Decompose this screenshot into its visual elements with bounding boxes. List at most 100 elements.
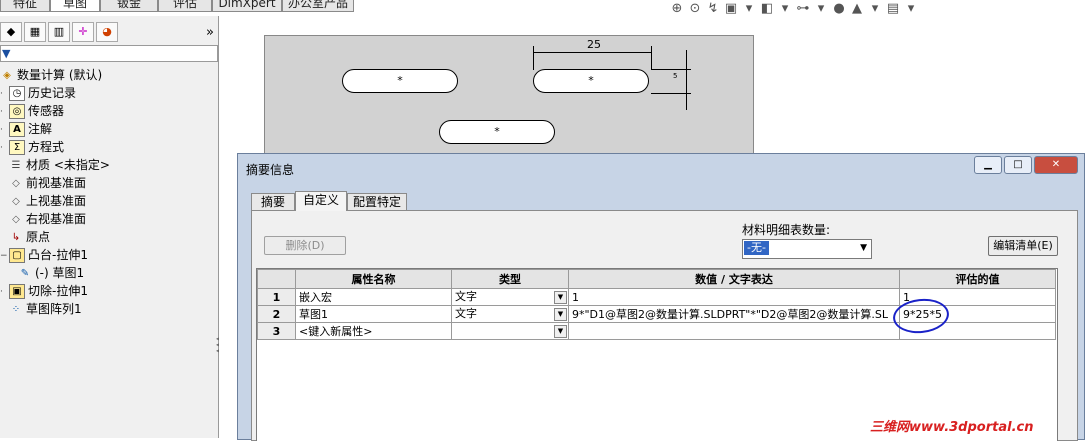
- column-header[interactable]: 属性名称: [295, 269, 452, 289]
- dimension-height[interactable]: 5: [673, 72, 677, 80]
- value-expression-cell[interactable]: 9*"D1@草图2@数量计算.SLDPRT"*"D2@草图2@数量计算.SL: [568, 305, 900, 323]
- tree-item-history[interactable]: · ◷ 历史记录: [0, 84, 218, 102]
- delete-button[interactable]: 删除(D): [264, 236, 346, 255]
- sketch-sheet: * * * 25 5: [264, 35, 754, 167]
- previous-view-icon[interactable]: ↯: [706, 1, 720, 16]
- expand-icon[interactable]: ·: [0, 85, 9, 103]
- tree-filter[interactable]: ▼: [0, 45, 218, 62]
- command-tabs: 特征 草图 钣金 评估 DimXpert 办公室产品: [0, 0, 360, 12]
- extension-line: [533, 46, 534, 70]
- feature-manager-icon[interactable]: ◆: [0, 22, 22, 42]
- dropdown-arrow-icon[interactable]: ▾: [778, 1, 792, 16]
- tree-item-top-plane[interactable]: ◇ 上视基准面: [0, 192, 218, 210]
- tree-item-boss-extrude[interactable]: − ▢ 凸台-拉伸1: [0, 246, 218, 264]
- panel-tab-icons: ◆ ▦ ▥ ✛ ◕ »: [0, 22, 218, 42]
- appearance-icon[interactable]: ●: [832, 1, 846, 16]
- type-value: 文字: [455, 290, 477, 303]
- tree-item-sensors[interactable]: · ◎ 传感器: [0, 102, 218, 120]
- tab-custom[interactable]: 自定义: [295, 191, 347, 211]
- view-toolbar: ⊕ ⊙ ↯ ▣ ▾ ◧ ▾ ⊶ ▾ ● ▲ ▾ ▤ ▾: [670, 0, 918, 16]
- more-tabs-button[interactable]: »: [206, 25, 214, 40]
- property-name-cell[interactable]: <键入新属性>: [295, 322, 452, 340]
- watermark: 三维网www.3dportal.cn: [870, 420, 1034, 435]
- tab-features[interactable]: 特征: [0, 0, 50, 12]
- tree-item-annotations[interactable]: · A 注解: [0, 120, 218, 138]
- tree-item-sketch1[interactable]: ✎ (-) 草图1: [0, 264, 218, 282]
- feature-tree: ◈ 数量计算 (默认) · ◷ 历史记录 · ◎ 传感器 · A 注解 · Σ 方程式 ☰ 材质 <…: [0, 66, 218, 318]
- tree-item-origin[interactable]: ↳ 原点: [0, 228, 218, 246]
- type-cell[interactable]: 文字 ▼: [451, 305, 569, 323]
- value-expression-cell[interactable]: 1: [568, 288, 900, 306]
- section-view-icon[interactable]: ▣: [724, 1, 738, 16]
- tab-office-products[interactable]: 办公室产品: [282, 0, 354, 12]
- expand-icon[interactable]: ·: [0, 139, 9, 157]
- chevron-down-icon[interactable]: ▼: [554, 291, 567, 304]
- chevron-down-icon[interactable]: ▼: [554, 325, 567, 338]
- type-cell[interactable]: ▼: [451, 322, 569, 340]
- corner-cell[interactable]: [257, 269, 296, 289]
- column-header[interactable]: 数值 / 文字表达: [568, 269, 900, 289]
- tree-item-right-plane[interactable]: ◇ 右视基准面: [0, 210, 218, 228]
- tree-item-label: 上视基准面: [26, 194, 87, 208]
- tree-item-cut-extrude[interactable]: · ▣ 切除-拉伸1: [0, 282, 218, 300]
- property-name-cell[interactable]: 嵌入宏: [295, 288, 452, 306]
- expand-icon[interactable]: ·: [0, 121, 9, 139]
- dimension-width[interactable]: 25: [587, 38, 601, 51]
- view-settings-icon[interactable]: ▤: [886, 1, 900, 16]
- tree-item-equations[interactable]: · Σ 方程式: [0, 138, 218, 156]
- dimension-line: [686, 50, 687, 110]
- tree-item-material[interactable]: ☰ 材质 <未指定>: [0, 156, 218, 174]
- dropdown-arrow-icon[interactable]: ▾: [904, 1, 918, 16]
- tab-summary[interactable]: 摘要: [251, 193, 295, 210]
- value-expression-cell[interactable]: [568, 322, 900, 340]
- slot-shape[interactable]: *: [439, 120, 555, 144]
- row-number[interactable]: 3: [257, 322, 296, 340]
- zoom-area-icon[interactable]: ⊙: [688, 1, 702, 16]
- slot-shape[interactable]: *: [533, 69, 649, 93]
- close-button[interactable]: ✕: [1034, 156, 1078, 174]
- dimxpert-manager-icon[interactable]: ✛: [72, 22, 94, 42]
- tree-item-label: 方程式: [28, 140, 65, 154]
- row-number[interactable]: 2: [257, 305, 296, 323]
- equation-icon: Σ: [9, 140, 25, 155]
- type-cell[interactable]: 文字 ▼: [451, 288, 569, 306]
- bom-quantity-value: -无-: [744, 241, 769, 255]
- tab-config-specific[interactable]: 配置特定: [347, 193, 407, 210]
- dropdown-arrow-icon[interactable]: ▾: [814, 1, 828, 16]
- tab-sheet-metal[interactable]: 钣金: [100, 0, 158, 12]
- property-manager-icon[interactable]: ▦: [24, 22, 46, 42]
- zoom-fit-icon[interactable]: ⊕: [670, 1, 684, 16]
- tab-sketch[interactable]: 草图: [50, 0, 100, 12]
- tree-item-part[interactable]: ◈ 数量计算 (默认): [0, 66, 218, 84]
- tree-item-label: 草图阵列1: [26, 302, 82, 316]
- view-orientation-icon[interactable]: ▾: [742, 1, 756, 16]
- bom-quantity-select[interactable]: -无- ▼: [742, 239, 872, 259]
- tree-item-front-plane[interactable]: ◇ 前视基准面: [0, 174, 218, 192]
- maximize-button[interactable]: □: [1004, 156, 1032, 174]
- hide-show-icon[interactable]: ⊶: [796, 1, 810, 16]
- tree-item-sketch-pattern[interactable]: ⁘ 草图阵列1: [0, 300, 218, 318]
- chevron-down-icon[interactable]: ▼: [554, 308, 567, 321]
- sketch-pattern-icon: ⁘: [11, 304, 21, 315]
- expand-icon[interactable]: ·: [0, 283, 9, 301]
- tab-dimxpert[interactable]: DimXpert: [212, 0, 282, 12]
- row-number[interactable]: 1: [257, 288, 296, 306]
- column-header[interactable]: 类型: [451, 269, 569, 289]
- slot-shape[interactable]: *: [342, 69, 458, 93]
- column-header[interactable]: 评估的值: [899, 269, 1056, 289]
- extension-line: [651, 69, 691, 70]
- scene-icon[interactable]: ▲: [850, 1, 864, 16]
- configuration-manager-icon[interactable]: ▥: [48, 22, 70, 42]
- display-style-icon[interactable]: ◧: [760, 1, 774, 16]
- tree-item-label: 前视基准面: [26, 176, 87, 190]
- collapse-icon[interactable]: −: [0, 247, 9, 265]
- dropdown-arrow-icon[interactable]: ▾: [868, 1, 882, 16]
- edit-list-button[interactable]: 编辑清单(E): [988, 236, 1058, 256]
- display-manager-icon[interactable]: ◕: [96, 22, 118, 42]
- property-name-cell[interactable]: 草图1: [295, 305, 452, 323]
- expand-icon[interactable]: ·: [0, 103, 9, 121]
- tab-evaluate[interactable]: 评估: [158, 0, 212, 12]
- filter-icon: ▼: [2, 47, 11, 60]
- minimize-button[interactable]: ▁: [974, 156, 1002, 174]
- table-header-row: 属性名称 类型 数值 / 文字表达 评估的值: [257, 269, 1056, 289]
